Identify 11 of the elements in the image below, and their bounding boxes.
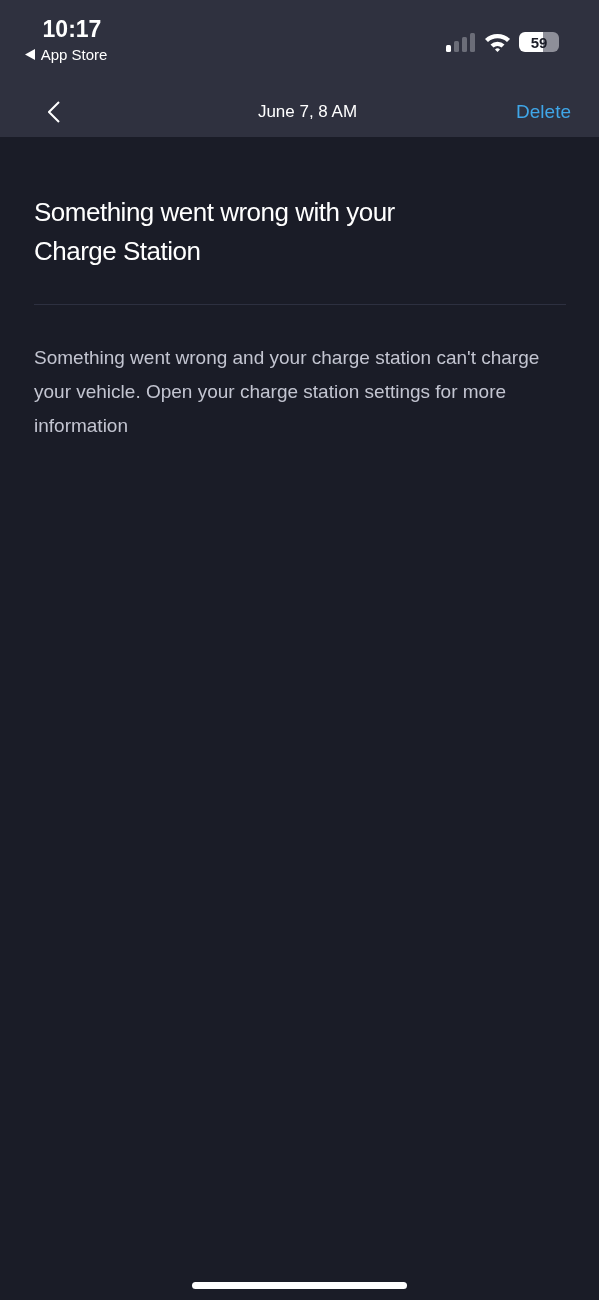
message-title: Something went wrong with your Charge Station <box>34 196 396 268</box>
chevron-left-icon <box>48 101 60 123</box>
back-triangle-icon <box>24 49 35 60</box>
nav-title: June 7, 8 AM <box>257 102 358 122</box>
message-body: Something went wrong and your charge station can't charge your vehicle. Open your charge station settings for more information <box>34 346 541 438</box>
wifi-icon <box>484 32 511 52</box>
back-to-app-link[interactable]: App Store <box>24 46 108 63</box>
status-time: 10:17 <box>42 16 102 43</box>
delete-button[interactable]: Delete <box>516 101 571 123</box>
signal-icon <box>446 32 476 52</box>
battery-indicator: 59 <box>519 32 559 52</box>
